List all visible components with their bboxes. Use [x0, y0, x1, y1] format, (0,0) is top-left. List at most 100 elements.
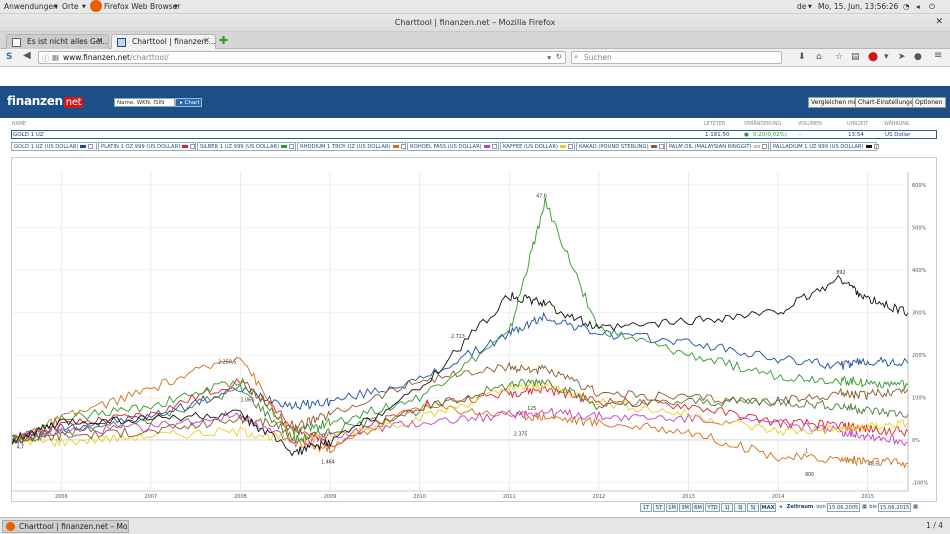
close-window-icon[interactable]: ✕ [935, 17, 943, 27]
tab-close-icon[interactable]: ✕ [96, 36, 103, 45]
range-button-1m[interactable]: 1M [666, 503, 678, 512]
legend-kaffee[interactable]: KAFFEE (US DOLLAR) [500, 142, 575, 151]
tab-gold-article[interactable]: Es ist nicht alles Gol... ✕ [6, 34, 109, 49]
col-name: NAME [12, 122, 27, 127]
wifi-icon[interactable]: ◔ [903, 2, 910, 11]
search-placeholder: Suchen [584, 53, 612, 62]
reload-icon[interactable]: ↻ [556, 52, 562, 61]
range-button-3m[interactable]: 3M [679, 503, 691, 512]
legend-swatch [559, 144, 566, 148]
volume-icon[interactable]: ◂ [916, 2, 920, 11]
taskbar-firefox-icon [6, 522, 15, 531]
quote-row[interactable]: GOLD 1 UZ 1.181,50 ● 0,20(0,02%) - 13:54… [11, 130, 937, 139]
clock[interactable]: Mo, 15. Jun, 13:56:26 [818, 2, 898, 11]
legend-silber[interactable]: SILBER 1 UZ 999 (US DOLLAR) [197, 142, 296, 151]
range-button-5j[interactable]: 5J [747, 503, 759, 512]
legend-palladium[interactable]: PALLADIUM 1 UZ 999 (US DOLLAR) [770, 142, 879, 151]
chart-button-label: Chart [184, 100, 200, 106]
send-icon[interactable]: ➤ [898, 52, 906, 62]
range-button-ytd[interactable]: YTD [705, 503, 720, 512]
browser-app-menu[interactable]: Firefox Web Browser [104, 2, 180, 11]
new-tab-icon[interactable]: ✚ [219, 34, 228, 47]
legend-rohoel[interactable]: ROHOEL FASS (US DOLLAR) [407, 142, 499, 151]
from-calendar-icon[interactable]: ▦ [861, 503, 868, 512]
legend-swatch [182, 144, 189, 148]
chat-icon[interactable]: ● [914, 52, 922, 62]
legend-kakao[interactable]: KAKAO (POUND STERLING) [576, 142, 665, 151]
remove-series-icon[interactable] [400, 144, 406, 149]
from-date-input[interactable]: 15.06.2005 [827, 503, 860, 512]
x-tick-label: 2011 [503, 494, 516, 500]
bookmarks-icon[interactable]: ▤ [851, 52, 860, 62]
legend-label: PALM OIL (MALAYSIAN RINGGIT) [669, 144, 752, 150]
compare-button[interactable]: Vergleichen mit [808, 97, 861, 108]
apps-menu[interactable]: Anwendungen [4, 2, 58, 11]
y-tick-label: 100% [912, 395, 927, 401]
legend-label: SILBER 1 UZ 999 (US DOLLAR) [200, 144, 280, 150]
remove-series-icon[interactable] [88, 144, 94, 149]
range-button-5t[interactable]: 5T [653, 503, 665, 512]
places-menu-arrow-icon: ▼ [82, 4, 86, 10]
tab-close-icon[interactable]: ✕ [203, 36, 210, 45]
remove-series-icon[interactable] [190, 144, 196, 149]
remove-series-icon[interactable] [567, 144, 573, 149]
back-icon[interactable]: ◀ [23, 51, 31, 61]
logo-main: finanzen [7, 94, 63, 108]
language-indicator[interactable]: de [797, 2, 806, 11]
from-label: von [816, 504, 826, 510]
site-search-input[interactable]: Name, WKN, ISIN [114, 98, 175, 107]
remove-series-icon[interactable] [761, 144, 767, 149]
col-volume: VOLUMEN [798, 122, 822, 127]
to-calendar-icon[interactable]: ▦ [912, 503, 919, 512]
url-dropdown-icon[interactable]: ▾ [547, 53, 551, 62]
power-icon[interactable]: ⏻ [929, 2, 935, 12]
chart-settings-button[interactable]: Chart-Einstellungen [855, 97, 921, 108]
legend-rhodium[interactable]: RHODIUM 1 TROY OZ (US DOLLAR) [297, 142, 406, 151]
tab-charttool[interactable]: Charttool | finanzen.... ✕ [111, 34, 216, 49]
workspace-pager[interactable]: 1 / 4 [926, 521, 943, 530]
chart-axes: 2006 2007 2008 2009 2010 2011 2012 2013 2014 2015… [12, 172, 928, 500]
value-annotation: 1.065 [240, 398, 254, 404]
range-button-1t[interactable]: 1T [640, 503, 652, 512]
adblock-icon[interactable]: ⬤ [868, 52, 878, 62]
range-button-max[interactable]: MAX [760, 503, 776, 512]
legend-swatch [281, 144, 288, 148]
series-line [11, 197, 909, 444]
legend-palm-oil[interactable]: PALM OIL (MALAYSIAN RINGGIT) [666, 142, 769, 151]
downloads-icon[interactable]: ⬇ [798, 52, 806, 62]
remove-series-icon[interactable] [491, 144, 497, 149]
options-button[interactable]: Optionen [912, 97, 946, 108]
search-bar[interactable]: ⌕ Suchen [571, 51, 782, 64]
site-info-icon[interactable]: ⓘ [42, 53, 50, 64]
chart-button[interactable]: ▸ Chart [175, 98, 202, 107]
menu-icon[interactable]: ≡ [934, 51, 942, 61]
to-date-input[interactable]: 15.06.2015 [878, 503, 911, 512]
url-bar[interactable]: ⓘ ▦ www.finanzen.net/charttool/ ▾ ↻ [38, 51, 566, 64]
quote-last: 1.181,50 [705, 132, 730, 138]
sync-icon[interactable]: S [6, 52, 12, 62]
timeframe-arrow-icon[interactable]: ◂ [777, 503, 784, 512]
series-legend: GOLD 1 UZ (US DOLLAR) PLATIN 1 OZ 999 (U… [11, 142, 937, 151]
range-button-3j[interactable]: 3J [734, 503, 746, 512]
remove-series-icon[interactable] [658, 144, 664, 149]
taskbar: Charttool | finanzen.net – Mozilla ... 1… [0, 517, 950, 534]
range-button-1j[interactable]: 1J [721, 503, 733, 512]
legend-label: KAKAO (POUND STERLING) [579, 144, 649, 150]
quote-currency: US Dollar [885, 132, 911, 138]
window-title: Charttool | finanzen.net – Mozilla Firef… [394, 18, 556, 27]
remove-series-icon[interactable] [873, 144, 879, 149]
places-menu[interactable]: Orte [62, 2, 79, 11]
zeitraum-label: Zeitraum [786, 504, 814, 510]
url-host: www.finanzen.net [63, 53, 130, 62]
legend-platin[interactable]: PLATIN 1 OZ 999 (US DOLLAR) [98, 142, 196, 151]
legend-gold[interactable]: GOLD 1 UZ (US DOLLAR) [11, 142, 97, 151]
home-icon[interactable]: ⌂ [816, 52, 822, 62]
shield-icon[interactable]: ▾ [884, 52, 889, 62]
site-logo[interactable]: finanzen net [7, 94, 84, 108]
remove-series-icon[interactable] [289, 144, 295, 149]
bookmark-star-icon[interactable]: ☆ [835, 52, 843, 62]
chart-area[interactable]: 2.250,5 47,6 2.713 1.464 892 125 2.375 900 48,5 1… [11, 157, 937, 502]
taskbar-window-button[interactable]: Charttool | finanzen.net – Mozilla ... [2, 520, 129, 533]
range-button-6m[interactable]: 6M [692, 503, 704, 512]
search-icon: ⌕ [574, 52, 579, 61]
